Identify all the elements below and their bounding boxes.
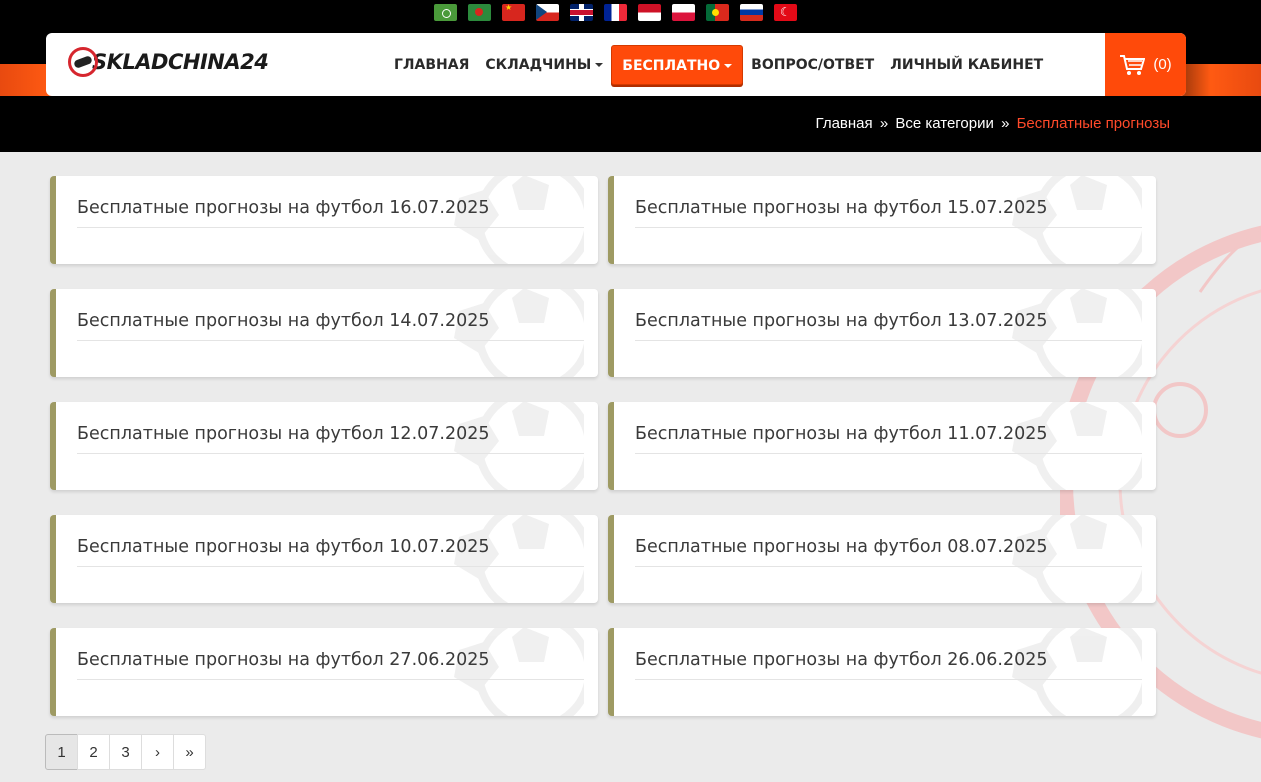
nav-free-label: БЕСПЛАТНО xyxy=(622,57,721,74)
breadcrumb-separator: » xyxy=(1001,115,1010,132)
ball-watermark-icon xyxy=(454,176,584,264)
prediction-title[interactable]: Бесплатные прогнозы на футбол 26.06.2025 xyxy=(635,650,1048,670)
divider xyxy=(77,227,584,228)
cart-icon xyxy=(1120,54,1146,75)
prediction-title[interactable]: Бесплатные прогнозы на футбол 27.06.2025 xyxy=(77,650,490,670)
breadcrumb-home-link[interactable]: Главная xyxy=(816,115,873,132)
prediction-card[interactable]: Бесплатные прогнозы на футбол 26.06.2025 xyxy=(608,628,1156,716)
prediction-title[interactable]: Бесплатные прогнозы на футбол 16.07.2025 xyxy=(77,198,490,218)
nav-account-link[interactable]: ЛИЧНЫЙ КАБИНЕТ xyxy=(882,57,1051,73)
language-switcher xyxy=(434,4,797,21)
nav-skladchiny-label: СКЛАДЧИНЫ xyxy=(485,56,592,73)
divider xyxy=(77,453,584,454)
divider xyxy=(635,566,1142,567)
ball-watermark-icon xyxy=(1012,515,1142,603)
prediction-card[interactable]: Бесплатные прогнозы на футбол 15.07.2025 xyxy=(608,176,1156,264)
divider xyxy=(635,453,1142,454)
nav-home-label: ГЛАВНАЯ xyxy=(394,56,470,73)
ball-watermark-icon xyxy=(454,402,584,490)
ball-watermark-icon xyxy=(454,289,584,377)
prediction-card[interactable]: Бесплатные прогнозы на футбол 12.07.2025 xyxy=(50,402,598,490)
nav-faq-link[interactable]: ВОПРОС/ОТВЕТ xyxy=(743,57,882,73)
caret-down-icon xyxy=(724,63,733,68)
page-1-button[interactable]: 1 xyxy=(45,734,78,770)
ball-watermark-icon xyxy=(1012,176,1142,264)
nav-free-dropdown[interactable]: БЕСПЛАТНО xyxy=(611,44,744,85)
flag-france-icon[interactable] xyxy=(604,4,627,21)
main-navbar: SKLADCHINA24 ГЛАВНАЯ СКЛАДЧИНЫ БЕСПЛАТНО… xyxy=(46,33,1186,96)
flag-arabic-icon[interactable] xyxy=(434,4,457,21)
ball-watermark-icon xyxy=(1012,289,1142,377)
nav-home-link[interactable]: ГЛАВНАЯ xyxy=(386,57,477,73)
flag-bangladesh-icon[interactable] xyxy=(468,4,491,21)
page-2-button[interactable]: 2 xyxy=(77,734,110,770)
caret-down-icon xyxy=(595,62,604,67)
prediction-card[interactable]: Бесплатные прогнозы на футбол 08.07.2025 xyxy=(608,515,1156,603)
site-logo[interactable]: SKLADCHINA24 xyxy=(68,47,269,77)
nav-account-label: ЛИЧНЫЙ КАБИНЕТ xyxy=(890,56,1044,73)
flag-indonesia-icon[interactable] xyxy=(638,4,661,21)
ball-watermark-icon xyxy=(1012,402,1142,490)
prediction-title[interactable]: Бесплатные прогнозы на футбол 14.07.2025 xyxy=(77,311,490,331)
cart-button[interactable]: (0) xyxy=(1105,33,1186,96)
prediction-title[interactable]: Бесплатные прогнозы на футбол 12.07.2025 xyxy=(77,424,490,444)
divider xyxy=(635,227,1142,228)
prediction-title[interactable]: Бесплатные прогнозы на футбол 13.07.2025 xyxy=(635,311,1048,331)
flag-russia-icon[interactable] xyxy=(740,4,763,21)
prediction-card[interactable]: Бесплатные прогнозы на футбол 10.07.2025 xyxy=(50,515,598,603)
divider xyxy=(77,566,584,567)
prediction-card[interactable]: Бесплатные прогнозы на футбол 14.07.2025 xyxy=(50,289,598,377)
prediction-title[interactable]: Бесплатные прогнозы на футбол 11.07.2025 xyxy=(635,424,1048,444)
breadcrumb: Главная » Все категории » Бесплатные про… xyxy=(816,115,1170,132)
flag-china-icon[interactable] xyxy=(502,4,525,21)
prediction-title[interactable]: Бесплатные прогнозы на футбол 10.07.2025 xyxy=(77,537,490,557)
flag-uk-icon[interactable] xyxy=(570,4,593,21)
logo-text: SKLADCHINA24 xyxy=(92,50,269,74)
divider xyxy=(77,340,584,341)
divider xyxy=(635,340,1142,341)
cart-count: (0) xyxy=(1153,56,1172,73)
flag-poland-icon[interactable] xyxy=(672,4,695,21)
breadcrumb-categories-link[interactable]: Все категории xyxy=(895,115,994,132)
ball-watermark-icon xyxy=(454,515,584,603)
prediction-title[interactable]: Бесплатные прогнозы на футбол 08.07.2025 xyxy=(635,537,1048,557)
prediction-card[interactable]: Бесплатные прогнозы на футбол 27.06.2025 xyxy=(50,628,598,716)
divider xyxy=(635,679,1142,680)
ball-watermark-icon xyxy=(1012,628,1142,716)
nav-faq-label: ВОПРОС/ОТВЕТ xyxy=(751,56,875,73)
divider xyxy=(77,679,584,680)
page-3-button[interactable]: 3 xyxy=(109,734,142,770)
flag-turkey-icon[interactable] xyxy=(774,4,797,21)
logo-ball-icon xyxy=(68,47,98,77)
prediction-card[interactable]: Бесплатные прогнозы на футбол 13.07.2025 xyxy=(608,289,1156,377)
flag-czech-icon[interactable] xyxy=(536,4,559,21)
pagination: 1 2 3 › » xyxy=(45,734,206,770)
nav-skladchiny-dropdown[interactable]: СКЛАДЧИНЫ xyxy=(477,57,611,73)
flag-portugal-icon[interactable] xyxy=(706,4,729,21)
next-page-button[interactable]: › xyxy=(141,734,174,770)
ball-watermark-icon xyxy=(454,628,584,716)
prediction-title[interactable]: Бесплатные прогнозы на футбол 15.07.2025 xyxy=(635,198,1048,218)
prediction-card[interactable]: Бесплатные прогнозы на футбол 11.07.2025 xyxy=(608,402,1156,490)
prediction-list: Бесплатные прогнозы на футбол 16.07.2025… xyxy=(50,176,1156,716)
breadcrumb-current: Бесплатные прогнозы xyxy=(1016,115,1170,132)
main-menu: ГЛАВНАЯ СКЛАДЧИНЫ БЕСПЛАТНО ВОПРОС/ОТВЕТ… xyxy=(386,33,1051,96)
breadcrumb-separator: » xyxy=(879,115,889,132)
last-page-button[interactable]: » xyxy=(173,734,206,770)
prediction-card[interactable]: Бесплатные прогнозы на футбол 16.07.2025 xyxy=(50,176,598,264)
